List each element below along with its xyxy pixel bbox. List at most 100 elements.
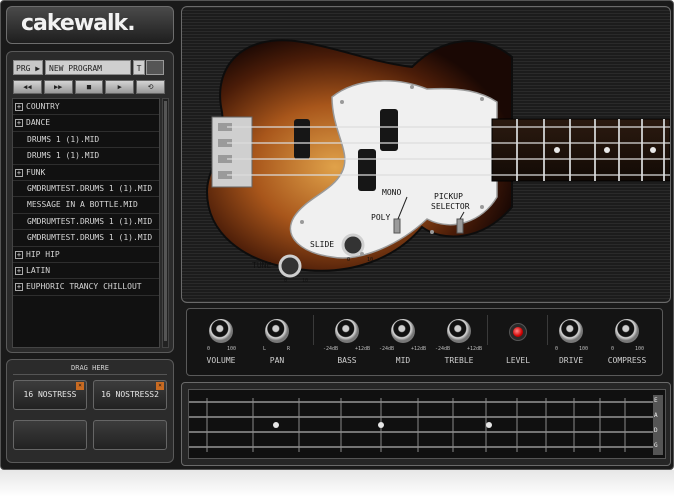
list-item-label: GMDRUMTEST.DRUMS 1 (1).MID [27, 183, 153, 193]
reflection [0, 470, 674, 497]
slide-scale-min: 0 [347, 257, 351, 263]
prg-button[interactable]: PRG ▶ [13, 60, 43, 75]
slide-scale-max: 10 [367, 257, 374, 263]
pickup-label: PICKUP [434, 192, 463, 201]
drag-slot[interactable]: 16 NOSTRESS2 × [93, 380, 167, 410]
drag-header: DRAG HERE [13, 364, 167, 375]
bass-label: BASS [337, 356, 357, 365]
loop-button[interactable]: ⟲ [136, 80, 165, 94]
pickup-neck-1 [380, 109, 398, 151]
play-button[interactable]: ▶ [105, 80, 135, 94]
drag-panel: DRAG HERE 16 NOSTRESS × 16 NOSTRESS2 × [6, 359, 174, 463]
bass-max: +12dB [355, 346, 371, 352]
list-item[interactable]: + COUNTRY [13, 99, 159, 116]
fretboard-panel: E A D G [181, 382, 671, 466]
drive-knob[interactable] [559, 319, 583, 343]
slide-knob [341, 233, 365, 257]
list-item[interactable]: + FUNK [13, 165, 159, 181]
scrollbar-thumb[interactable] [164, 101, 167, 341]
mid-knob[interactable] [391, 319, 415, 343]
close-icon[interactable]: × [156, 382, 164, 390]
expand-icon[interactable]: + [15, 103, 23, 111]
fretboard-grid [189, 395, 663, 455]
tune-knob [278, 254, 302, 278]
expand-icon[interactable]: + [15, 266, 23, 275]
cakewalk-logo: cakewalk. [6, 6, 174, 44]
string-label-g: G [654, 442, 658, 449]
treble-min: -24dB [435, 346, 451, 352]
stop-button[interactable]: ■ [74, 80, 104, 94]
list-item-label: GMDRUMTEST.DRUMS 1 (1).MID [27, 233, 153, 243]
divider [487, 315, 488, 345]
treble-knob[interactable] [447, 319, 471, 343]
mid-label: MID [395, 356, 411, 365]
list-item[interactable]: + EUPHORIC TRANCY CHILLOUT [13, 279, 159, 296]
list-item-label: LATIN [26, 265, 51, 275]
string-label-a: A [654, 412, 658, 419]
list-item-label: DRUMS 1 (1).MID [27, 134, 100, 144]
pan-knob[interactable] [265, 319, 289, 343]
drag-slot[interactable] [93, 420, 167, 450]
list-item-label: GMDRUMTEST.DRUMS 1 (1).MID [27, 216, 153, 226]
list-item-label: HIP HIP [26, 249, 60, 259]
bass-knob[interactable] [335, 319, 359, 343]
level-label: LEVEL [505, 356, 531, 365]
fast-forward-button[interactable]: ▶▶ [43, 80, 73, 94]
compress-max: 100 [635, 346, 645, 352]
app-window: cakewalk. PRG ▶ NEW PROGRAM T ◀◀ ▶▶ ■ ▶ … [0, 0, 674, 470]
level-led [513, 327, 523, 337]
list-item[interactable]: GMDRUMTEST.DRUMS 1 (1).MID [13, 181, 159, 198]
divider [547, 315, 548, 345]
tune-label: TUNE [252, 261, 272, 270]
tune-scale-max: 10 [302, 278, 309, 284]
program-name-field[interactable]: NEW PROGRAM [45, 60, 131, 75]
selector-label: SELECTOR [431, 202, 470, 211]
transpose-label: T [133, 60, 145, 75]
expand-icon[interactable]: + [15, 119, 23, 128]
drag-slot[interactable] [13, 420, 87, 450]
bass-guitar-display: MONO POLY PICKUP SELECTOR SLIDE TUNE 0 1… [181, 6, 671, 303]
list-item[interactable]: DRUMS 1 (1).MID [13, 132, 159, 149]
compress-min: 0 [611, 346, 615, 352]
treble-max: +12dB [467, 346, 483, 352]
expand-icon[interactable]: + [15, 283, 23, 292]
tune-scale-min: 0 [284, 278, 288, 284]
drag-slot[interactable]: 16 NOSTRESS × [13, 380, 87, 410]
pan-label: PAN [269, 356, 285, 365]
pickup-bridge [294, 119, 310, 159]
volume-knob[interactable] [209, 319, 233, 343]
slot-label: 16 NOSTRESS2 [101, 390, 159, 399]
neck [491, 118, 670, 182]
list-item[interactable]: + LATIN [13, 263, 159, 280]
bass-guitar-illustration [205, 39, 670, 278]
logo-text: cakewalk. [21, 11, 136, 36]
pickup-selector-switch [456, 218, 464, 234]
drive-max: 100 [579, 346, 589, 352]
fretboard-display[interactable]: E A D G [188, 389, 666, 459]
bass-min: -24dB [323, 346, 339, 352]
expand-icon[interactable]: + [15, 168, 23, 177]
string-label-e: E [654, 397, 658, 404]
divider [313, 315, 314, 345]
volume-max: 100 [227, 346, 237, 352]
pan-min: L [263, 346, 267, 352]
drive-min: 0 [555, 346, 559, 352]
level-indicator [509, 323, 527, 341]
list-item[interactable]: DRUMS 1 (1).MID [13, 148, 159, 165]
file-list-scrollbar[interactable] [162, 98, 169, 348]
rewind-button[interactable]: ◀◀ [13, 80, 42, 94]
transpose-spinner[interactable] [146, 60, 164, 75]
mono-label: MONO [382, 188, 402, 197]
slot-label: 16 NOSTRESS [23, 390, 77, 399]
file-list: + COUNTRY + DANCE DRUMS 1 (1).MID DRUMS 1 … [12, 98, 160, 348]
list-item[interactable]: + DANCE [13, 115, 159, 132]
expand-icon[interactable]: + [15, 250, 23, 259]
slide-label: SLIDE [310, 240, 335, 249]
close-icon[interactable]: × [76, 382, 84, 390]
transport-bar: ◀◀ ▶▶ ■ ▶ ⟲ [13, 80, 165, 94]
list-item[interactable]: GMDRUMTEST.DRUMS 1 (1).MID [13, 230, 159, 247]
compress-knob[interactable] [615, 319, 639, 343]
list-item[interactable]: + HIP HIP [13, 247, 159, 263]
list-item[interactable]: MESSAGE IN A BOTTLE.MID [13, 197, 159, 214]
list-item[interactable]: GMDRUMTEST.DRUMS 1 (1).MID [13, 214, 159, 231]
